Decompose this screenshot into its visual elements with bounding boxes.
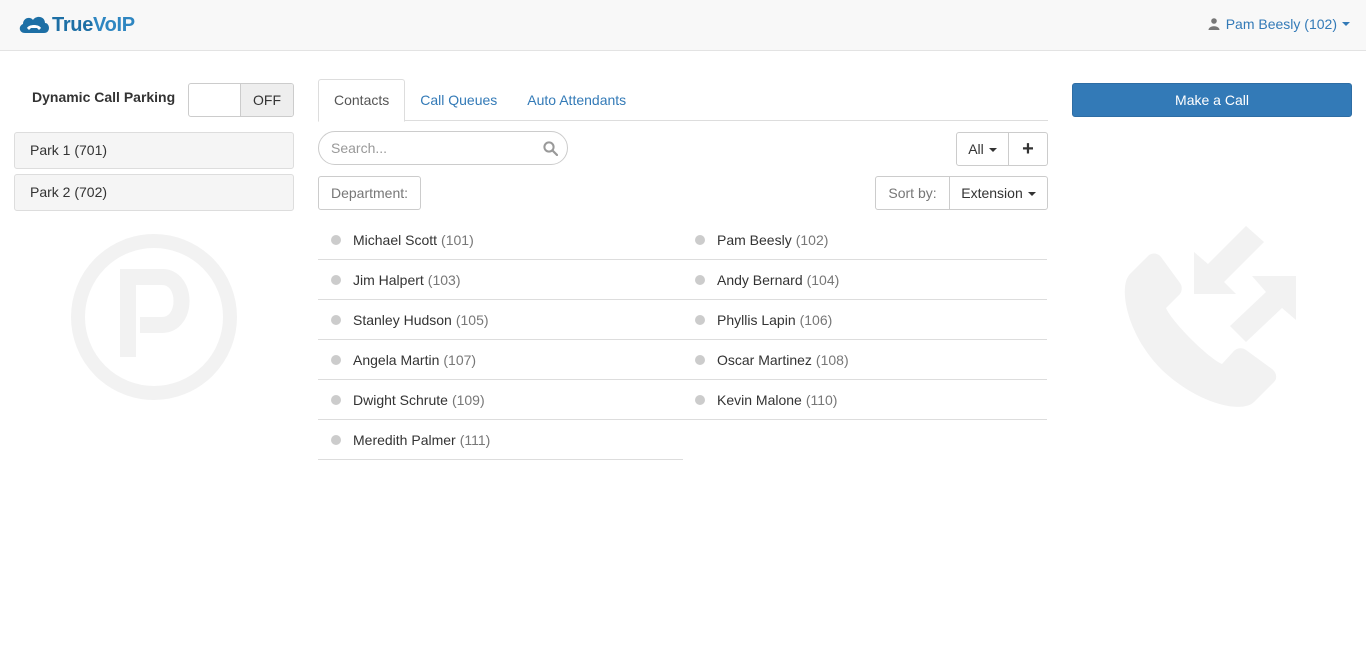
directory-tabs: Contacts Call Queues Auto Attendants xyxy=(318,79,1048,122)
contact-extension: (102) xyxy=(795,231,829,248)
search-box xyxy=(318,131,568,165)
chevron-down-icon xyxy=(1027,192,1036,197)
status-dot-icon xyxy=(331,314,341,325)
contact-extension: (104) xyxy=(806,271,840,288)
park-slot-1[interactable]: Park 1 (701) xyxy=(14,132,294,169)
user-menu-label: Pam Beesly (102) xyxy=(1225,16,1337,32)
user-menu[interactable]: Pam Beesly (102) xyxy=(1208,16,1350,32)
sort-value: Extension xyxy=(961,185,1023,201)
status-dot-icon xyxy=(331,274,341,285)
brand-name: TrueVoIP xyxy=(52,14,135,37)
contact-name: Stanley Hudson xyxy=(353,311,452,328)
contact-name: Phyllis Lapin xyxy=(717,311,796,328)
contact-name: Meredith Palmer xyxy=(353,431,456,448)
status-dot-icon xyxy=(695,394,705,405)
status-dot-icon xyxy=(331,234,341,245)
status-dot-icon xyxy=(331,394,341,405)
plus-icon: + xyxy=(1022,138,1034,160)
make-a-call-button[interactable]: Make a Call xyxy=(1072,83,1352,117)
contact-name: Dwight Schrute xyxy=(353,391,448,408)
contact-name: Angela Martin xyxy=(353,351,440,368)
search-input[interactable] xyxy=(319,132,519,164)
status-dot-icon xyxy=(331,434,341,445)
add-contact-button[interactable]: + xyxy=(1008,132,1048,166)
toggle-state-label: OFF xyxy=(240,84,293,116)
contact-item[interactable]: Dwight Schrute (109) xyxy=(318,380,683,420)
contact-item[interactable]: Kevin Malone (110) xyxy=(682,380,1047,420)
contact-name: Pam Beesly xyxy=(717,231,792,248)
contact-item[interactable]: Phyllis Lapin (106) xyxy=(682,300,1047,340)
contact-name: Michael Scott xyxy=(353,231,438,248)
contact-name: Jim Halpert xyxy=(353,271,424,288)
contact-item[interactable]: Michael Scott (101) xyxy=(318,220,683,260)
sort-by-label: Sort by: xyxy=(875,176,950,210)
contact-name: Andy Bernard xyxy=(717,271,803,288)
contact-name: Kevin Malone xyxy=(717,391,802,408)
contact-item[interactable]: Meredith Palmer (111) xyxy=(318,420,683,460)
parking-icon xyxy=(71,234,237,400)
contact-item[interactable]: Pam Beesly (102) xyxy=(682,220,1047,260)
contact-item[interactable]: Jim Halpert (103) xyxy=(318,260,683,300)
tab-auto-attendants[interactable]: Auto Attendants xyxy=(512,79,641,121)
brand-logo[interactable]: TrueVoIP xyxy=(17,13,135,37)
status-dot-icon xyxy=(695,234,705,245)
filter-all-dropdown[interactable]: All xyxy=(956,132,1009,166)
contact-item[interactable]: Angela Martin (107) xyxy=(318,340,683,380)
sort-by-dropdown[interactable]: Extension xyxy=(949,176,1048,210)
contact-extension: (110) xyxy=(805,391,838,408)
brand-name-true: True xyxy=(52,13,94,36)
phone-transfer-icon xyxy=(1124,226,1296,407)
status-dot-icon xyxy=(331,354,341,365)
park-slot-2[interactable]: Park 2 (702) xyxy=(14,174,294,211)
contact-extension: (101) xyxy=(441,231,474,248)
chevron-down-icon xyxy=(988,148,997,153)
contact-extension: (105) xyxy=(455,311,489,328)
status-dot-icon xyxy=(695,354,705,365)
brand-name-voip: VoIP xyxy=(93,13,135,36)
contact-item[interactable]: Oscar Martinez (108) xyxy=(682,340,1047,380)
department-filter-button[interactable]: Department: xyxy=(318,176,421,210)
contact-extension: (106) xyxy=(799,311,833,328)
contact-item[interactable]: Stanley Hudson (105) xyxy=(318,300,683,340)
cloud-phone-icon xyxy=(19,16,49,33)
top-navbar: TrueVoIP Pam Beesly (102) xyxy=(0,0,1366,51)
contact-extension: (111) xyxy=(459,431,491,448)
user-icon xyxy=(1208,18,1220,30)
status-dot-icon xyxy=(695,274,705,285)
contact-extension: (108) xyxy=(815,351,849,368)
chevron-down-icon xyxy=(1342,22,1350,26)
search-icon[interactable] xyxy=(543,141,558,156)
dynamic-call-parking-label: Dynamic Call Parking xyxy=(32,89,176,105)
contact-item[interactable]: Andy Bernard (104) xyxy=(682,260,1047,300)
tab-contacts[interactable]: Contacts xyxy=(318,79,406,122)
contact-name: Oscar Martinez xyxy=(717,351,812,368)
contact-extension: (109) xyxy=(451,391,485,408)
tab-call-queues[interactable]: Call Queues xyxy=(405,79,512,121)
dynamic-call-parking-toggle[interactable]: OFF xyxy=(188,83,294,117)
status-dot-icon xyxy=(695,314,705,325)
contact-extension: (103) xyxy=(427,271,461,288)
filter-all-label: All xyxy=(968,141,984,157)
contact-extension: (107) xyxy=(443,351,477,368)
